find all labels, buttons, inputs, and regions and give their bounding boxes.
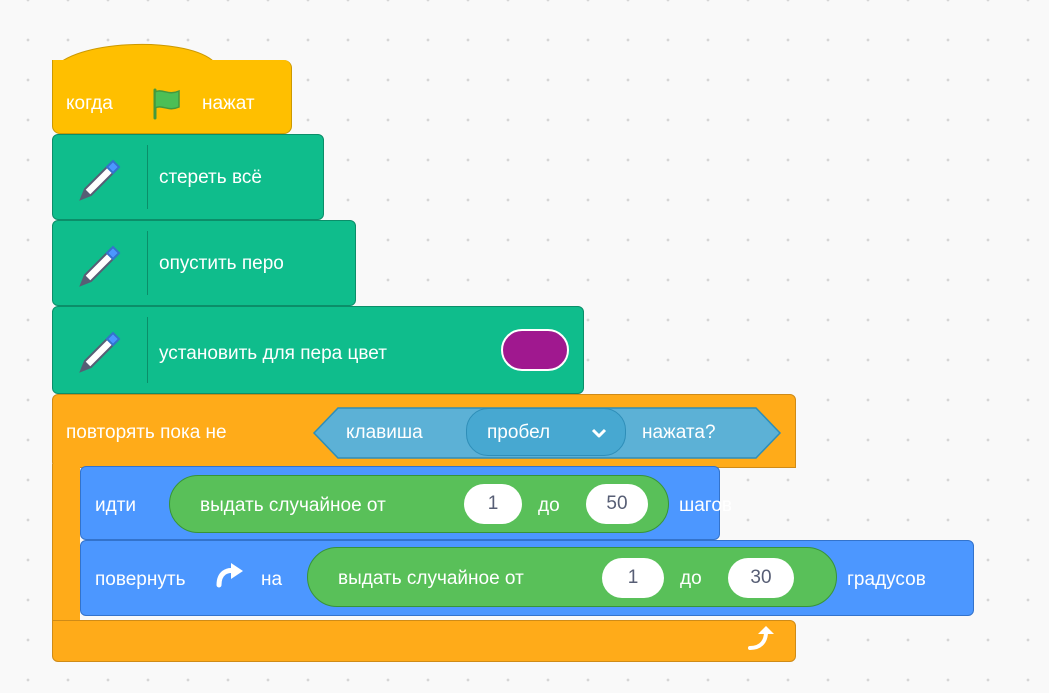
pen-icon [79, 245, 121, 287]
random-label: выдать случайное от [200, 495, 386, 516]
set-pen-color-label: установить для пера цвет [159, 343, 387, 364]
random-from-value: 1 [627, 567, 639, 588]
pen-clear-label: стереть всё [159, 167, 262, 188]
random-from-input[interactable]: 1 [464, 484, 522, 524]
hat-prefix-label: когда [66, 93, 113, 114]
random-to-value: 50 [606, 493, 628, 514]
turn-right-block[interactable]: повернуть на выдать случайное от 1 до 30… [80, 540, 974, 616]
random-label: выдать случайное от [338, 568, 524, 589]
random-to-input[interactable]: 30 [728, 558, 794, 598]
turn-suffix: градусов [847, 569, 926, 590]
repeat-until-footer [52, 620, 796, 662]
rotate-right-icon [216, 563, 243, 588]
green-flag-icon [153, 88, 180, 120]
key-dropdown[interactable]: пробел [466, 408, 626, 456]
random-to-input[interactable]: 50 [586, 484, 648, 524]
code-workspace[interactable]: когда нажат стереть всё опустить перо ус… [0, 0, 1049, 693]
random-from-value: 1 [487, 493, 499, 514]
block-separator [147, 231, 148, 295]
move-label: идти [95, 495, 137, 516]
pen-down-block[interactable]: опустить перо [52, 220, 356, 306]
random-to-label: до [538, 495, 560, 516]
hat-suffix-label: нажат [202, 93, 255, 114]
when-flag-clicked-block[interactable]: когда нажат [52, 30, 292, 136]
set-pen-color-block[interactable]: установить для пера цвет [52, 306, 584, 394]
block-separator [147, 317, 148, 383]
random-from-input[interactable]: 1 [602, 558, 664, 598]
pen-icon [79, 331, 121, 373]
repeat-until-arm [52, 464, 80, 624]
random-to-value: 30 [750, 567, 772, 588]
chevron-down-icon [591, 428, 607, 438]
random-to-label: до [680, 568, 702, 589]
key-pressed-suffix: нажата? [642, 422, 716, 443]
block-separator [147, 145, 148, 209]
repeat-until-block[interactable]: повторять пока не клавиша пробел нажата?… [52, 394, 974, 666]
random-number-reporter[interactable]: выдать случайное от 1 до 30 [307, 547, 837, 607]
move-steps-block[interactable]: идти выдать случайное от 1 до 50 шагов [80, 466, 732, 540]
loop-arrow-icon [748, 626, 774, 650]
move-suffix: шагов [679, 495, 732, 516]
key-pressed-prefix: клавиша [346, 422, 423, 443]
pen-icon [79, 159, 121, 201]
pen-down-label: опустить перо [159, 253, 284, 274]
turn-label: повернуть [95, 569, 186, 590]
pen-clear-block[interactable]: стереть всё [52, 134, 324, 220]
key-dropdown-value: пробел [487, 422, 551, 443]
random-number-reporter[interactable]: выдать случайное от 1 до 50 [169, 475, 669, 533]
turn-on-label: на [261, 569, 283, 590]
pen-color-swatch[interactable] [501, 329, 569, 371]
repeat-until-label: повторять пока не [66, 422, 227, 443]
